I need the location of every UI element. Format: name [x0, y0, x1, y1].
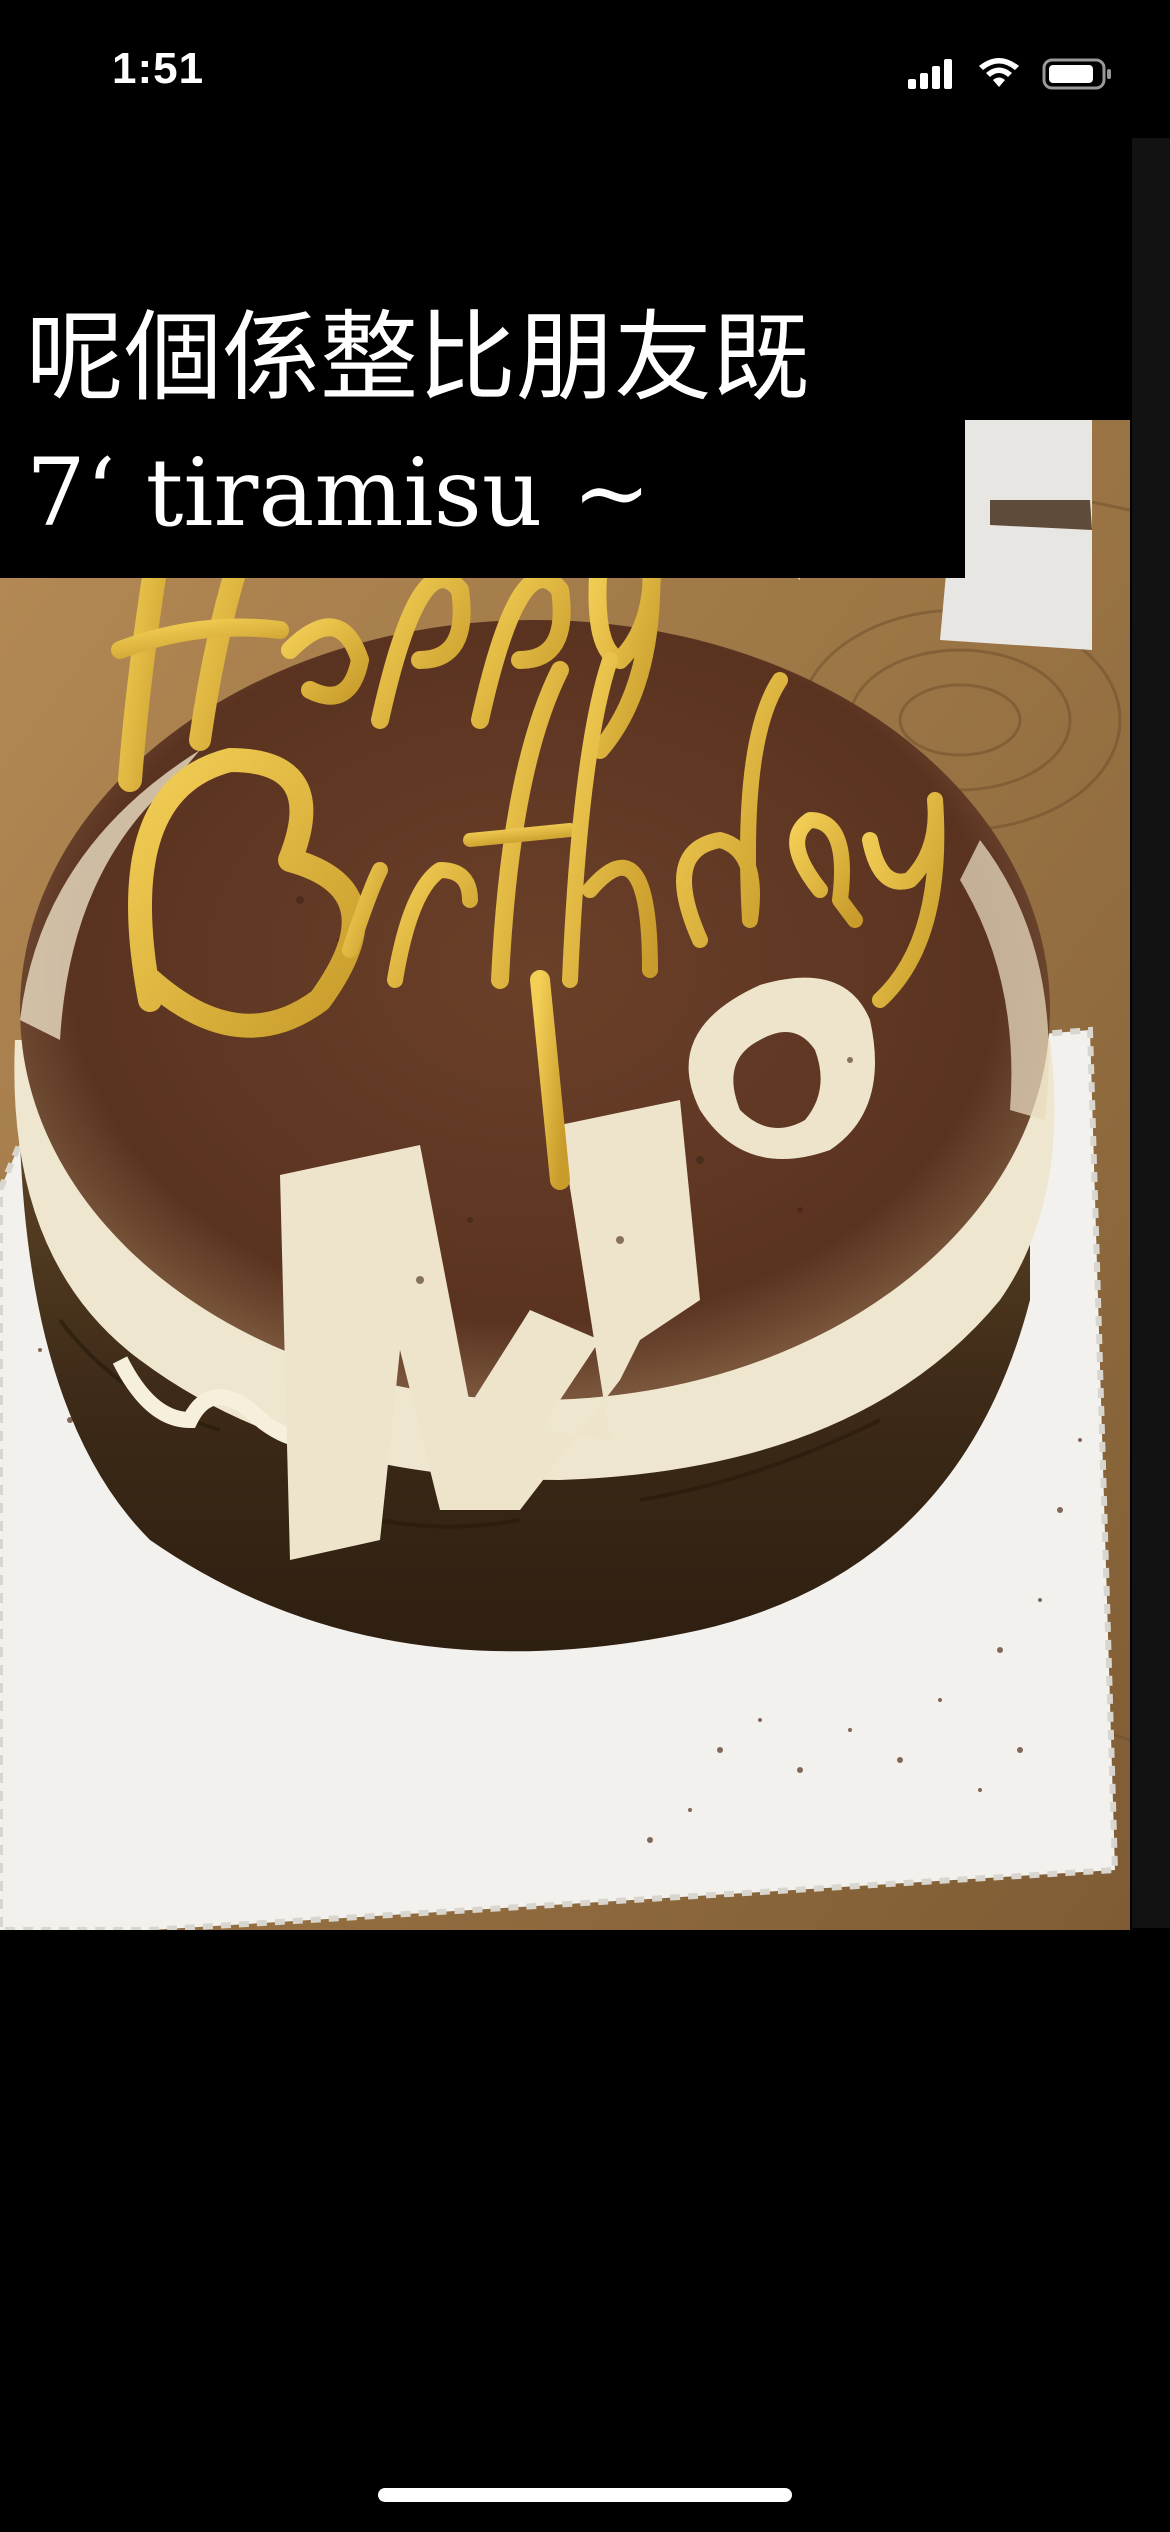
home-indicator[interactable] [378, 2488, 792, 2502]
caption-line-2: 7‘ tiramisu ~ [26, 439, 651, 548]
signal-icon [908, 59, 952, 89]
status-time: 1:51 [112, 44, 205, 93]
status-icons [906, 52, 1114, 96]
wifi-icon [979, 58, 1019, 87]
battery-icon [1042, 58, 1111, 90]
status-bar: 1:51 [0, 0, 1170, 150]
story-caption: 呢個係整比朋友既 7‘ tiramisu ~ [0, 268, 965, 578]
cake-photo [0, 420, 1130, 1930]
caption-line-1: 呢個係整比朋友既 [26, 301, 811, 415]
